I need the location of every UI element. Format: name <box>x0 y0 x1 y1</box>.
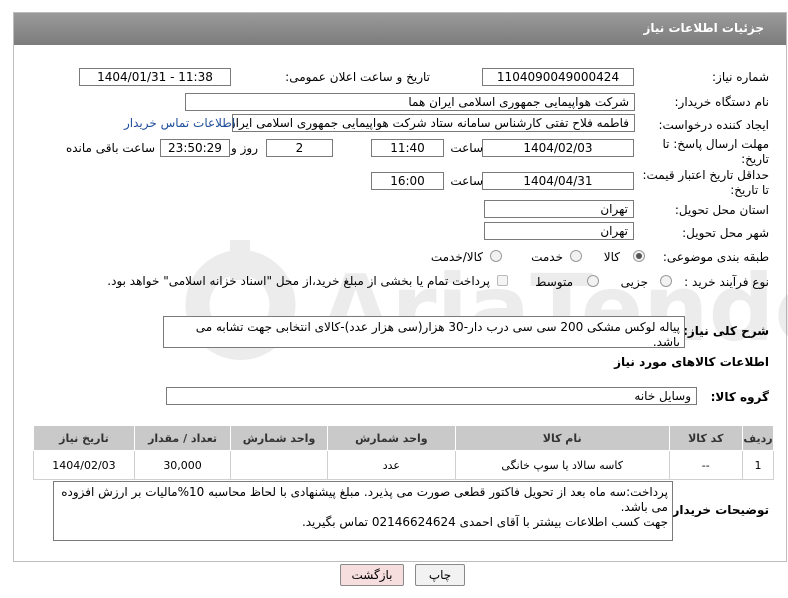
cell-row: 1 <box>742 450 774 480</box>
goods-table-header: تاریخ نیاز تعداد / مقدار واحد شمارش واحد… <box>33 425 774 451</box>
buyer-notes-line2: جهت کسب اطلاعات بیشتر با آقای احمدی 0214… <box>301 515 668 529</box>
buyer-org-field: شرکت هواپیمایی جمهوری اسلامی ایران هما <box>185 93 635 111</box>
buyer-contact-link[interactable]: اطلاعات تماس خریدار <box>124 116 235 130</box>
announce-field: 1404/01/31 - 11:38 <box>79 68 231 86</box>
cell-goods-name: کاسه سالاد یا سوپ خانگی <box>454 450 670 480</box>
process-radio-minor[interactable] <box>660 275 672 287</box>
deadline-time-field: 11:40 <box>371 139 444 157</box>
city-label: شهر محل تحویل: <box>682 226 769 240</box>
remaining-label: ساعت باقی مانده <box>65 141 155 155</box>
buyer-org-label: نام دستگاه خریدار: <box>674 95 770 109</box>
print-button[interactable]: چاپ <box>415 564 465 586</box>
goods-group-field: وسایل خانه <box>166 387 697 405</box>
description-field: پیاله لوکس مشکی 200 سی سی درب دار-30 هزا… <box>163 316 685 348</box>
process-label: نوع فرآیند خرید : <box>684 275 769 289</box>
col-quantity: تعداد / مقدار <box>133 425 232 451</box>
remaining-time-field: 23:50:29 <box>160 139 230 157</box>
cell-empty <box>230 450 328 480</box>
category-option-service: خدمت <box>531 250 563 264</box>
category-label: طبقه بندی موضوعی: <box>662 250 769 264</box>
buyer-notes-line1: پرداخت:سه ماه بعد از تحویل فاکتور قطعی ص… <box>61 485 668 514</box>
description-label: شرح کلی نیاز: <box>683 324 769 338</box>
deadline-time-label: ساعت <box>450 141 483 155</box>
payment-checkbox[interactable] <box>497 275 508 286</box>
days-field: 2 <box>266 139 333 157</box>
goods-section-title: اطلاعات کالاهای مورد نیاز <box>614 355 769 369</box>
back-button[interactable]: بازگشت <box>340 564 404 586</box>
goods-table: تاریخ نیاز تعداد / مقدار واحد شمارش واحد… <box>33 425 774 480</box>
province-label: استان محل تحویل: <box>674 203 769 217</box>
col-row: ردیف <box>742 425 774 451</box>
category-radio-service[interactable] <box>570 250 582 262</box>
need-number-label: شماره نیاز: <box>712 70 769 84</box>
cell-unit: عدد <box>326 450 456 480</box>
deadline-label: مهلت ارسال پاسخ: تا تاریخ: <box>662 137 769 166</box>
days-label: روز و <box>231 141 258 155</box>
buyer-notes-field: پرداخت:سه ماه بعد از تحویل فاکتور قطعی ص… <box>53 481 673 541</box>
validity-date-field: 1404/04/31 <box>482 172 634 190</box>
category-option-goods: کالا <box>603 250 620 264</box>
cell-quantity: 30,000 <box>133 450 232 480</box>
creator-label: ایجاد کننده درخواست: <box>658 118 769 132</box>
payment-note: پرداخت تمام یا بخشی از مبلغ خرید،از محل … <box>107 274 490 288</box>
category-radio-goods[interactable] <box>633 250 645 262</box>
goods-group-label: گروه کالا: <box>710 390 769 404</box>
col-unit: واحد شمارش <box>230 425 328 451</box>
category-radio-goods-service[interactable] <box>490 250 502 262</box>
col-goods-code: کد کالا <box>668 425 743 451</box>
table-row: 1404/02/03 30,000 عدد کاسه سالاد یا سوپ … <box>33 450 774 480</box>
validity-time-label: ساعت <box>450 174 483 188</box>
deadline-date-field: 1404/02/03 <box>482 139 634 157</box>
need-number-field: 1104090049000424 <box>482 68 634 86</box>
cell-goods-code: -- <box>668 450 743 480</box>
process-option-medium: متوسط <box>535 275 573 289</box>
col-need-date: تاریخ نیاز <box>33 425 135 451</box>
city-field: تهران <box>484 222 634 240</box>
announce-label: تاریخ و ساعت اعلان عمومی: <box>285 70 430 84</box>
process-option-minor: جزیی <box>620 275 648 289</box>
province-field: تهران <box>484 200 634 218</box>
validity-time-field: 16:00 <box>371 172 444 190</box>
panel-title: جزئیات اطلاعات نیاز <box>643 21 764 35</box>
validity-label: حداقل تاریخ اعتبار قیمت: تا تاریخ: <box>642 168 769 197</box>
cell-need-date: 1404/02/03 <box>33 450 135 480</box>
buyer-notes-label: توضیحات خریدار: <box>667 503 769 517</box>
col-goods-name: نام کالا <box>454 425 670 451</box>
creator-field: فاطمه فلاح تفتی کارشناس سامانه ستاد شرکت… <box>232 114 635 132</box>
col-unit-label: واحد شمارش <box>326 425 456 451</box>
process-radio-medium[interactable] <box>587 275 599 287</box>
category-option-goods-service: کالا/خدمت <box>430 250 483 264</box>
